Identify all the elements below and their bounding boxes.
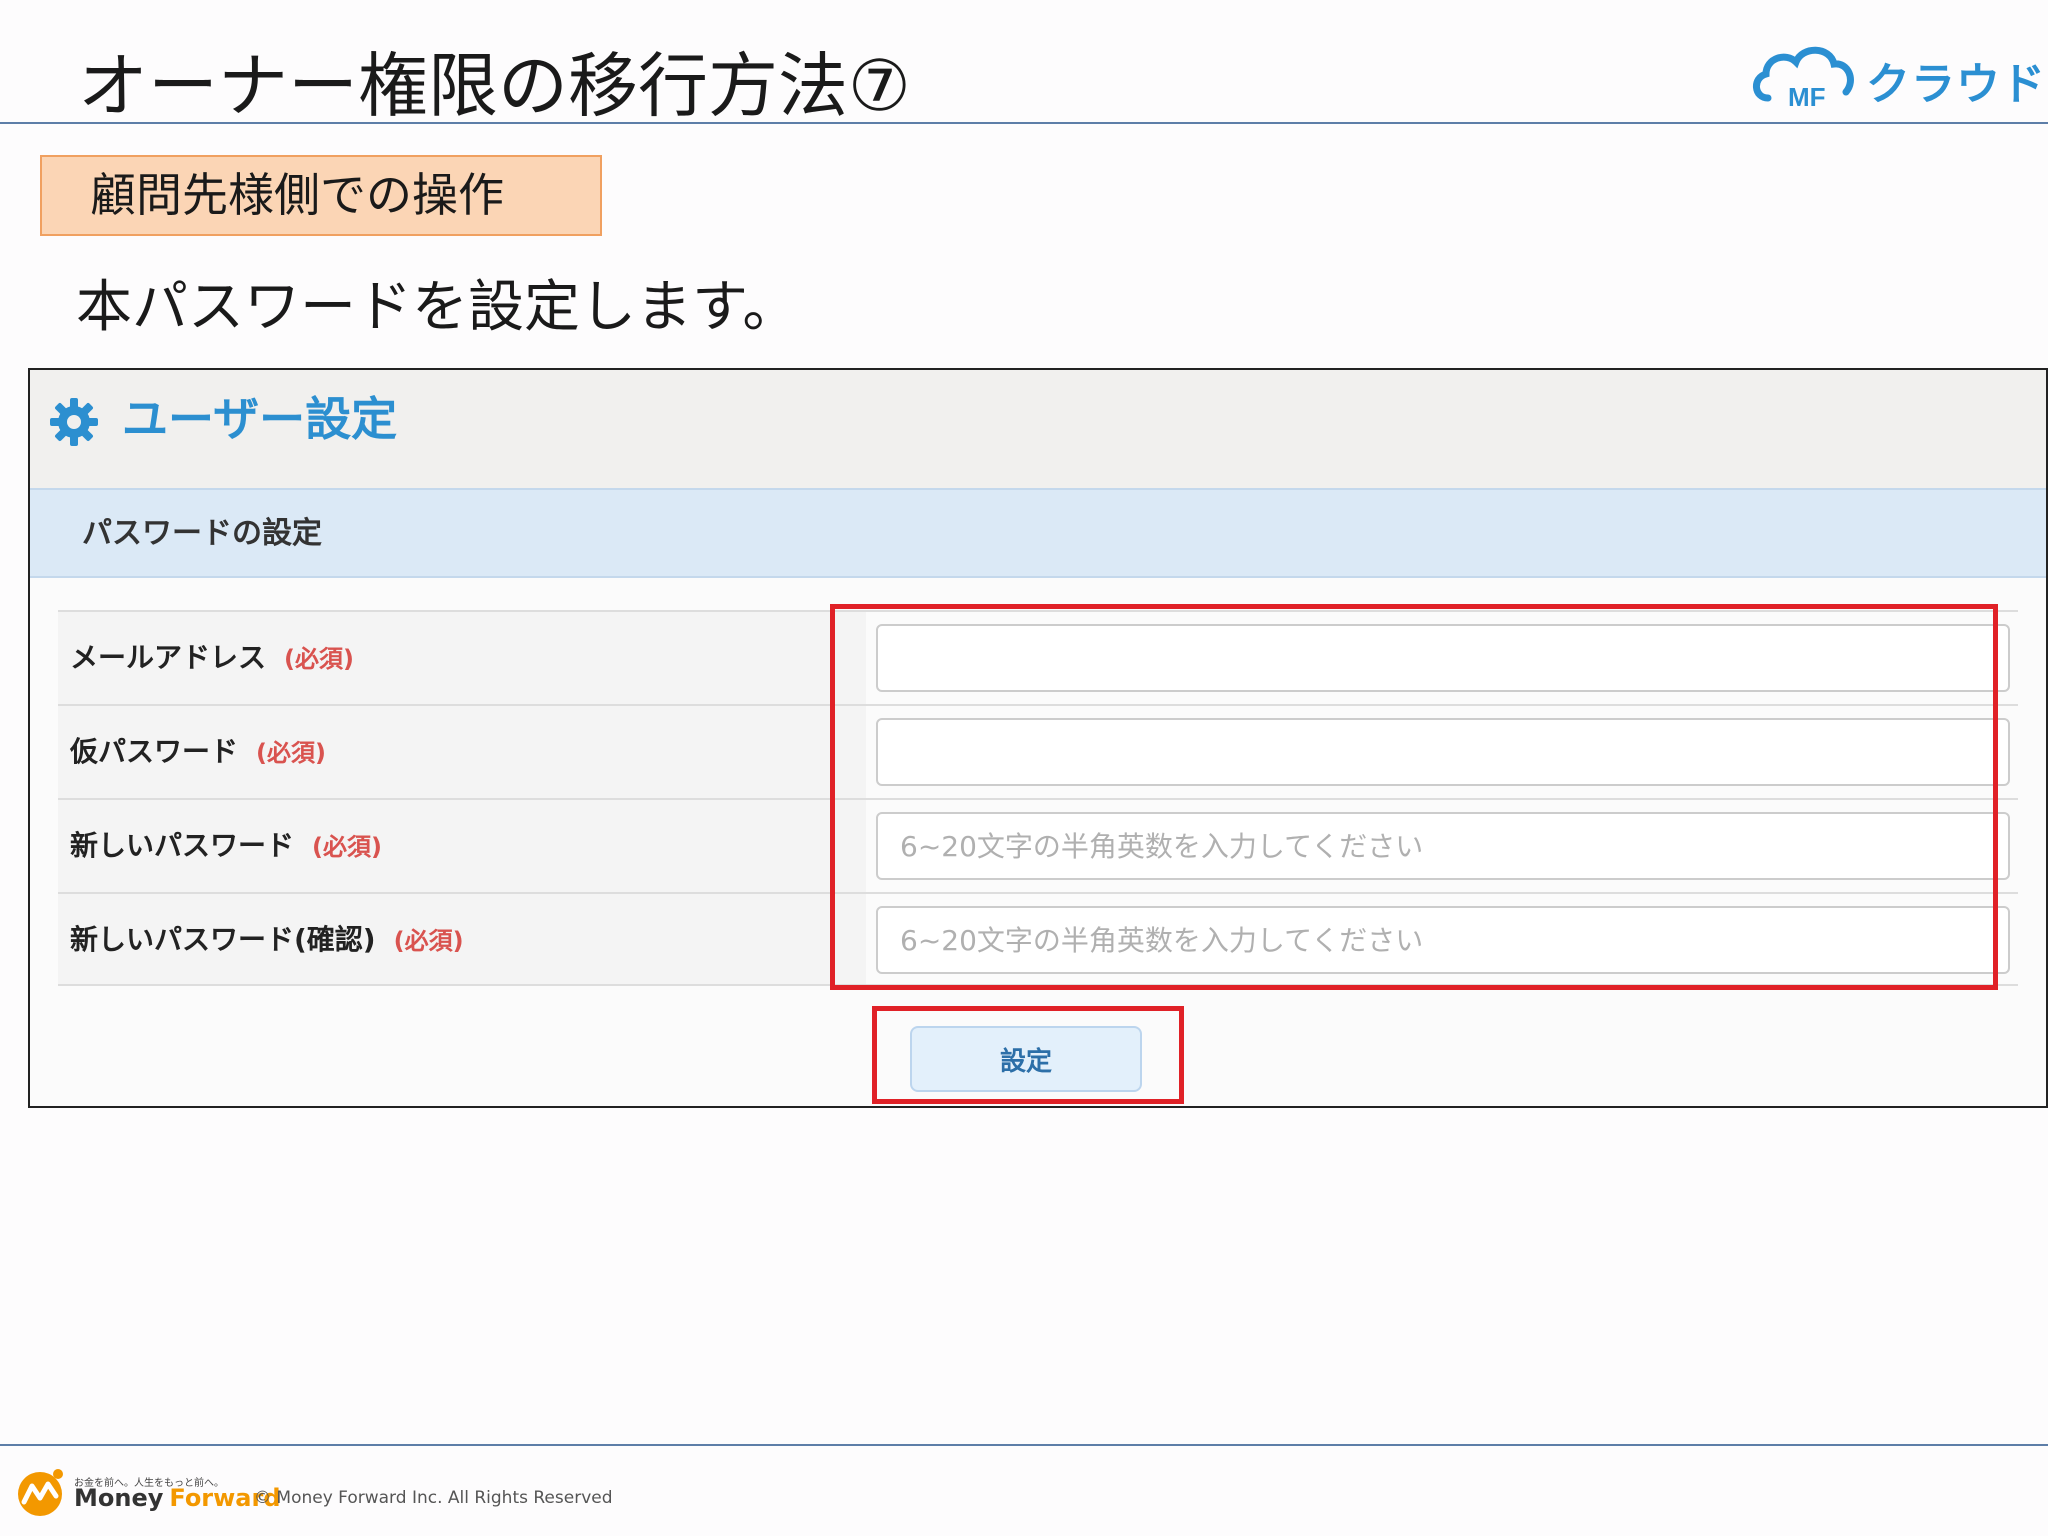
operation-tag: 顧問先様側での操作: [40, 155, 602, 236]
section-header: パスワードの設定: [30, 488, 2046, 578]
required-badge: (必須): [256, 739, 326, 767]
label-cell: 仮パスワード (必須): [58, 706, 866, 798]
label-cell: メールアドレス (必須): [58, 612, 866, 704]
section-title: パスワードの設定: [82, 516, 322, 551]
field-label: 新しいパスワード (必須): [70, 824, 382, 869]
required-badge: (必須): [312, 833, 382, 861]
gear-icon: [50, 398, 98, 446]
money-forward-logo-icon: [18, 1469, 63, 1516]
slide-title: オーナー権限の移行方法⑦: [78, 45, 911, 127]
required-badge: (必須): [284, 645, 354, 673]
field-label: メールアドレス (必須): [70, 636, 354, 681]
new-password-label: 新しいパスワード: [70, 829, 295, 862]
confirm-password-label: 新しいパスワード(確認): [70, 923, 376, 956]
temp-password-label: 仮パスワード: [70, 735, 239, 768]
title-divider: [0, 122, 2048, 124]
required-badge: (必須): [393, 927, 464, 955]
field-label: 仮パスワード (必須): [70, 730, 326, 775]
copyright: © Money Forward Inc. All Rights Reserved: [254, 1488, 613, 1508]
panel-header: ユーザー設定: [30, 370, 2046, 488]
highlight-button-box: [872, 1006, 1184, 1104]
highlight-fields-box: [830, 604, 1998, 990]
brand-text: クラウド: [1866, 59, 2046, 110]
cloud-icon: MF: [1753, 46, 1854, 112]
mf-cloud-logo: MF クラウド: [1748, 40, 2045, 112]
brand-money: Money: [74, 1484, 164, 1512]
footer-brand: Money Forward: [74, 1484, 281, 1512]
instruction-text: 本パスワードを設定します。: [76, 275, 799, 340]
label-cell: 新しいパスワード (必須): [58, 800, 866, 892]
field-label: 新しいパスワード(確認) (必須): [70, 918, 464, 963]
label-cell: 新しいパスワード(確認) (必須): [58, 894, 866, 984]
footer-divider: [0, 1444, 2048, 1446]
panel-title: ユーザー設定: [122, 392, 398, 446]
brand-mark: MF: [1788, 82, 1826, 112]
email-label: メールアドレス: [70, 641, 267, 674]
